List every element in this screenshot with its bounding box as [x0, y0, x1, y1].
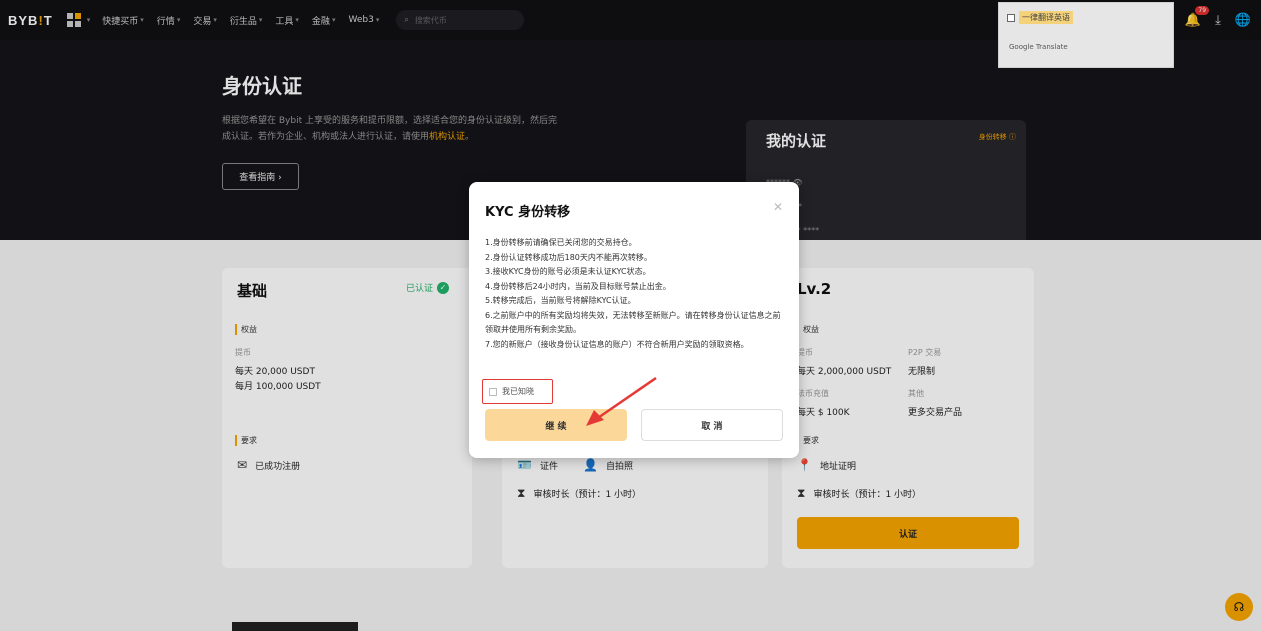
rule-item: 4.身份转移后24小时内，当前及目标账号禁止出金。	[485, 281, 671, 291]
google-translate-label: Google Translate	[1009, 43, 1068, 51]
rule-item: 1.身份转移前请确保已关闭您的交易持仓。	[485, 238, 637, 247]
rule-item: 6.之前账户中的所有奖励均将失效，无法转移至新账户。请在转移身份认证信息之前领取…	[485, 310, 781, 335]
rule-item: 5.转移完成后，当前账号将解除KYC认证。	[485, 296, 636, 305]
translate-checkbox[interactable]	[1007, 13, 1015, 22]
translate-popup: 一律翻译英语 Google Translate	[998, 2, 1174, 68]
rule-item: 3.接收KYC身份的账号必须是未认证KYC状态。	[485, 267, 651, 276]
cancel-button[interactable]: 取 消	[641, 409, 783, 441]
transfer-rules: 1.身份转移前请确保已关闭您的交易持仓。 2.身份认证转移成功后180天内不能再…	[485, 236, 785, 352]
translate-option-label[interactable]: 一律翻译英语	[1019, 11, 1073, 24]
close-icon[interactable]: ✕	[773, 200, 783, 214]
checkbox[interactable]	[489, 387, 497, 396]
rule-item: 2.身份认证转移成功后180天内不能再次转移。	[485, 252, 652, 262]
modal-title: KYC 身份转移	[485, 205, 571, 220]
rule-item: 7.您的新账户（接收身份认证信息的账户）不符合新用户奖励的领取资格。	[485, 339, 749, 349]
acknowledge-checkbox[interactable]: 我已知晓	[482, 379, 553, 404]
annotation-arrow-icon	[586, 376, 657, 426]
